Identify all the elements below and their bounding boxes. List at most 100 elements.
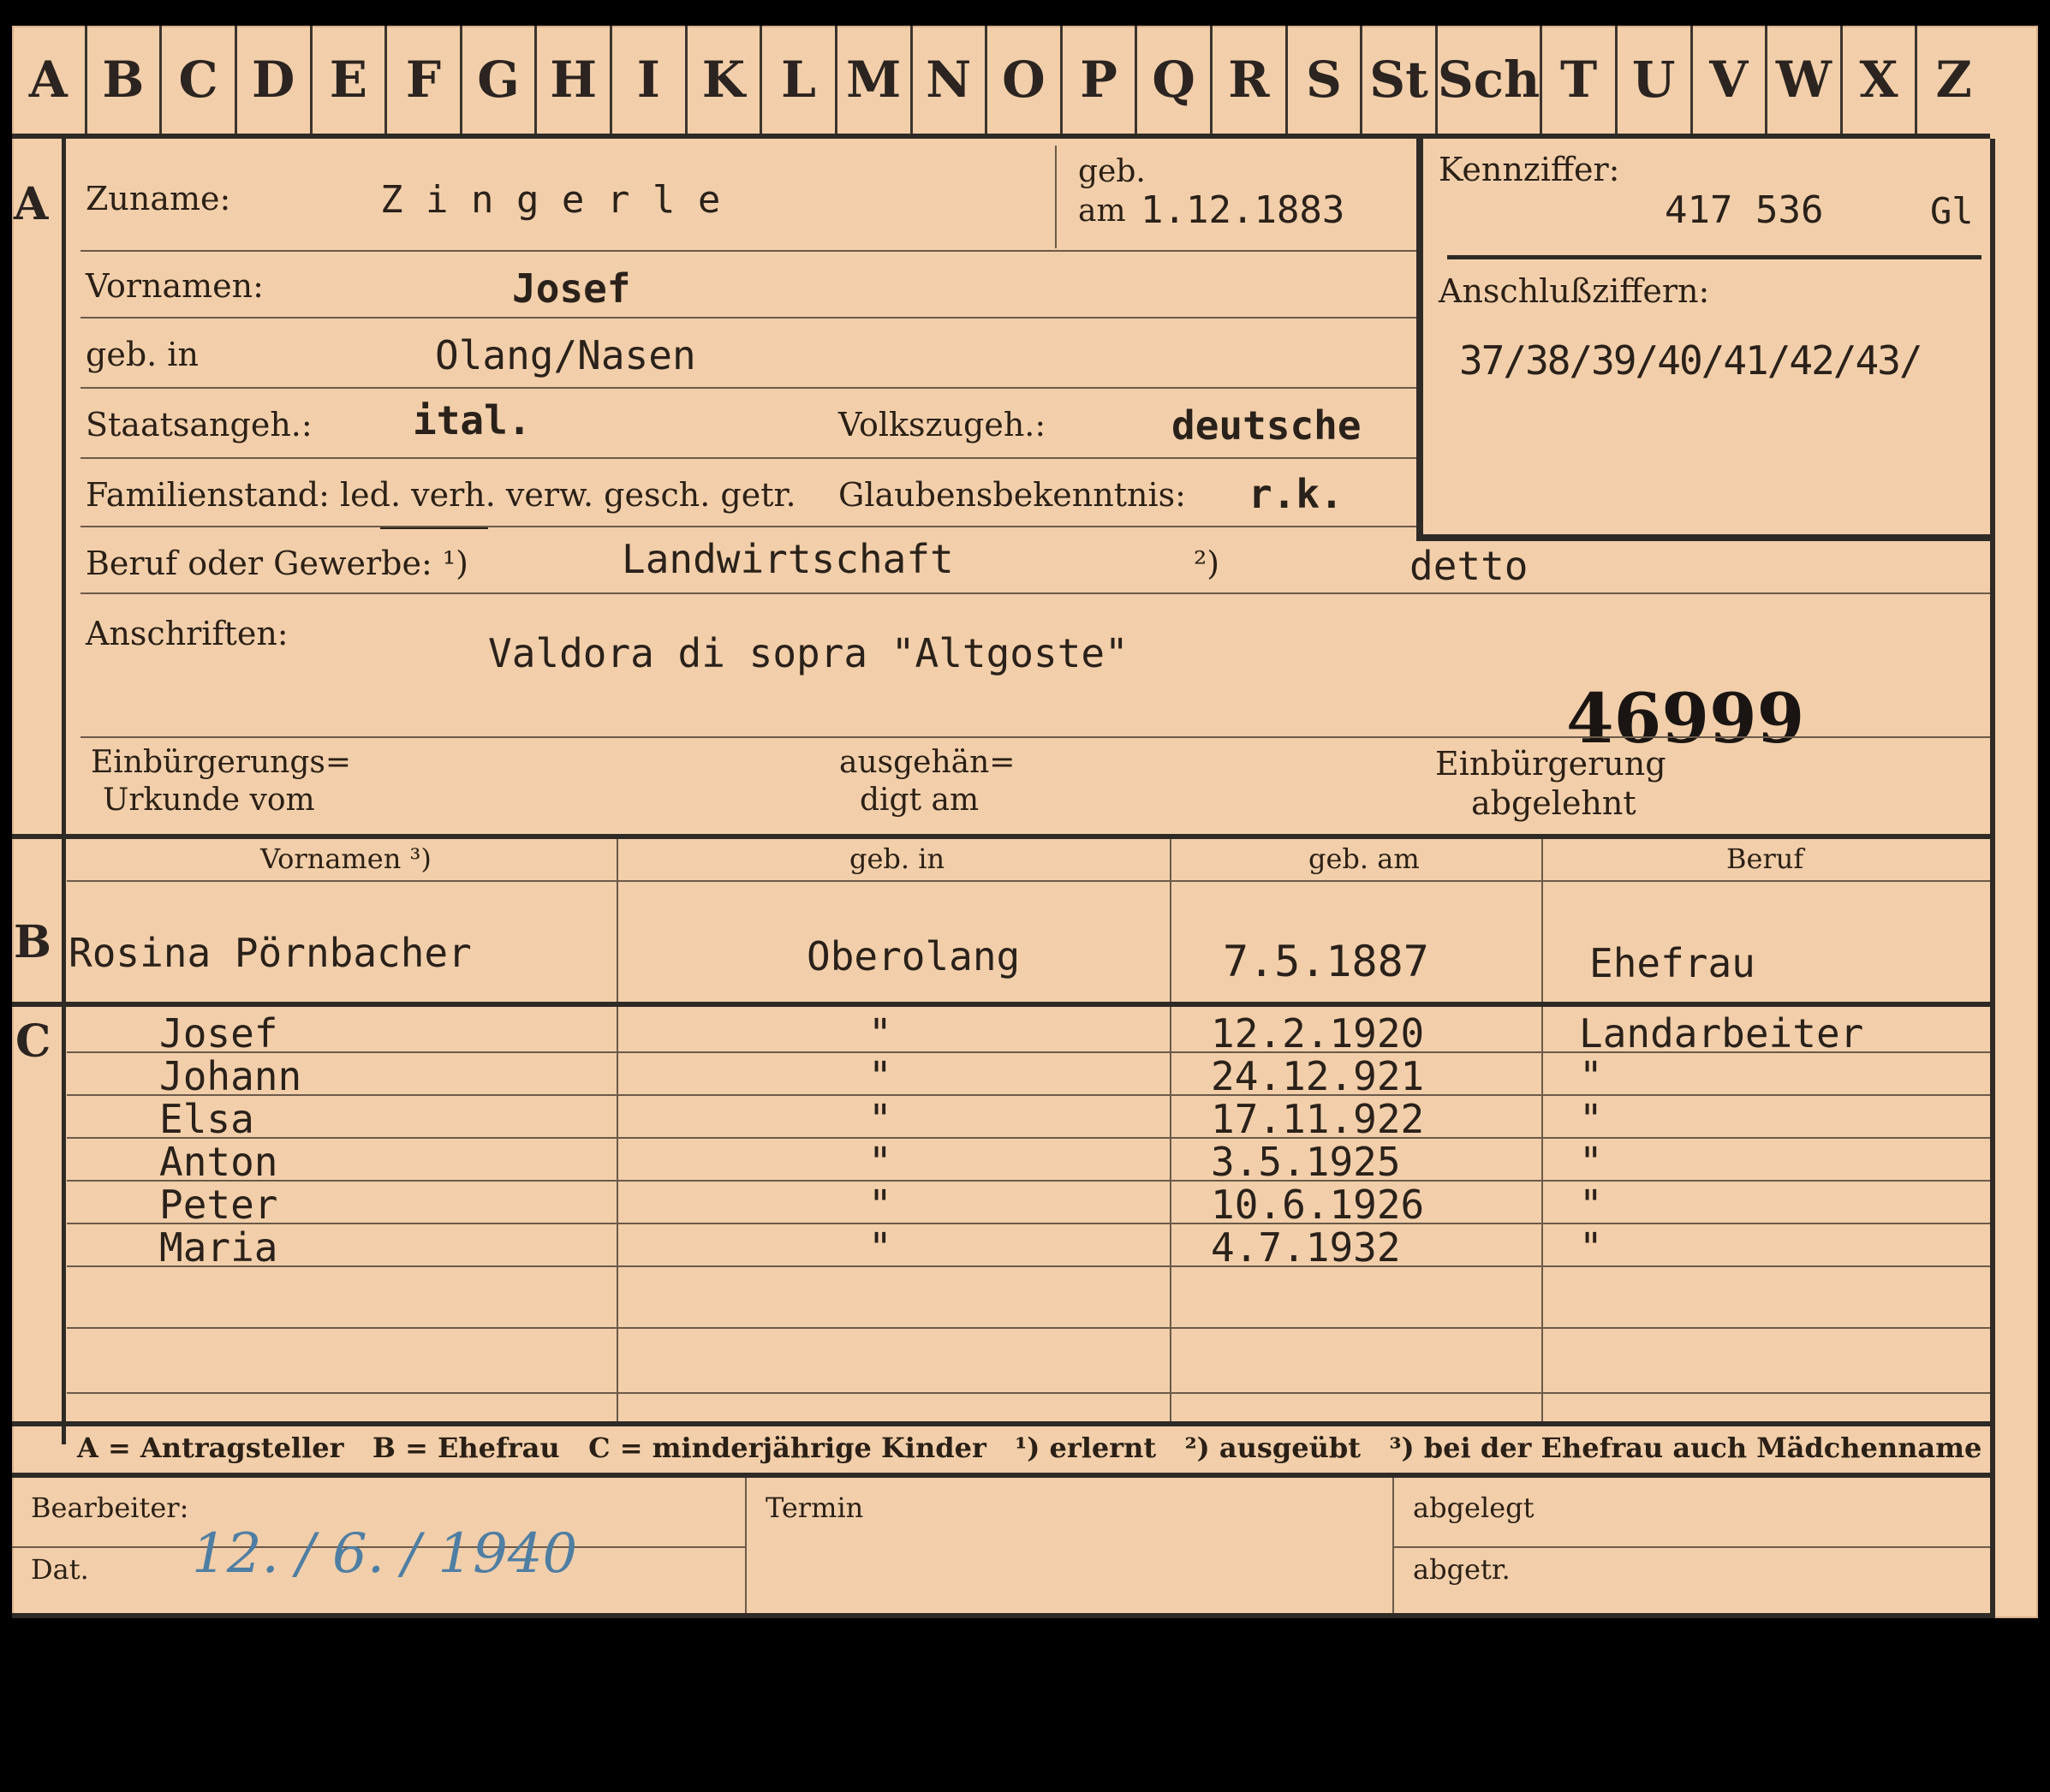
tab-letter[interactable]: U xyxy=(1618,26,1693,134)
child-name: Maria xyxy=(159,1224,278,1271)
child-birthdate: 3.5.1925 xyxy=(1211,1139,1401,1185)
gebin-label: geb. in xyxy=(86,336,199,373)
kennziffer-divider xyxy=(1447,255,1981,259)
child-row-line xyxy=(67,1094,1990,1096)
tab-letter[interactable]: E xyxy=(313,26,388,134)
tab-letter[interactable]: T xyxy=(1542,26,1618,134)
card-bottom xyxy=(12,1613,1995,1618)
abgelegt-label: abgelegt xyxy=(1413,1491,1535,1524)
tab-letter[interactable]: V xyxy=(1693,26,1768,134)
col-divider xyxy=(1170,839,1171,1421)
row-line xyxy=(80,457,1416,459)
row-line xyxy=(67,1392,1990,1394)
kennziffer-suffix: Gl xyxy=(1930,190,1974,232)
footer-divider xyxy=(1392,1478,1394,1618)
tab-letter[interactable]: Q xyxy=(1137,26,1213,134)
kennziffer-box-bottom xyxy=(1416,534,1995,541)
tab-letter[interactable]: O xyxy=(987,26,1063,134)
row-line xyxy=(80,592,1990,594)
child-birthplace: " xyxy=(868,1010,892,1057)
legend-top xyxy=(12,1421,1995,1426)
tab-letter[interactable]: W xyxy=(1767,26,1843,134)
tab-letter[interactable]: D xyxy=(237,26,313,134)
child-birthplace: " xyxy=(868,1182,892,1228)
child-occupation: " xyxy=(1579,1139,1603,1185)
tab-letter[interactable]: Sch xyxy=(1438,26,1543,134)
header-line xyxy=(67,880,1990,882)
row-line xyxy=(67,1327,1990,1329)
row-line xyxy=(80,250,1416,252)
col-divider xyxy=(1541,839,1543,1421)
kennziffer-value: 417 536 xyxy=(1665,188,1824,232)
anschrift-value: Valdora di sopra "Altgoste" xyxy=(488,630,1129,676)
am-label: am xyxy=(1078,193,1126,229)
child-birthplace: " xyxy=(868,1096,892,1142)
staat-label: Staatsangeh.: xyxy=(86,406,313,444)
footer-divider xyxy=(745,1478,747,1618)
legend-text: A = Antragsteller B = Ehefrau C = minder… xyxy=(77,1432,1982,1464)
tab-letter[interactable]: Z xyxy=(1917,26,1990,134)
wife-birthdate: 7.5.1887 xyxy=(1223,937,1429,986)
bearbeiter-label: Bearbeiter: xyxy=(31,1491,189,1524)
child-row-line xyxy=(67,1051,1990,1053)
tab-letter[interactable]: St xyxy=(1362,26,1438,134)
tab-letter[interactable]: L xyxy=(762,26,837,134)
child-row-line xyxy=(67,1265,1990,1267)
tab-letter[interactable]: P xyxy=(1063,26,1138,134)
tab-letter[interactable]: G xyxy=(462,26,538,134)
col-header-gebam: geb. am xyxy=(1308,842,1420,875)
section-b-marker: B xyxy=(14,916,51,968)
zuname-label: Zuname: xyxy=(86,180,231,217)
familienstand-label: Familienstand: led. verh. verw. gesch. g… xyxy=(86,476,796,514)
tab-letter[interactable]: A xyxy=(12,26,87,134)
right-border xyxy=(1990,139,1995,1618)
geb-label: geb. xyxy=(1078,154,1146,189)
child-row-line xyxy=(67,1137,1990,1139)
anschrift-label: Anschriften: xyxy=(86,615,289,652)
tab-letter[interactable]: C xyxy=(162,26,237,134)
left-margin-line xyxy=(62,139,66,1444)
col-divider xyxy=(617,839,618,1421)
glauben-label: Glaubensbekenntnis: xyxy=(838,476,1186,514)
child-name: Elsa xyxy=(159,1096,254,1142)
tab-letter[interactable]: N xyxy=(913,26,988,134)
tab-letter[interactable]: B xyxy=(87,26,163,134)
row-line xyxy=(80,736,1990,738)
beruf2-label: ²) xyxy=(1194,545,1220,582)
beruf2-value: detto xyxy=(1409,543,1529,589)
alphabet-tab-row: A B C D E F G H I K L M N O P Q R S St Sch T U V W X Z xyxy=(12,26,1990,134)
child-birthplace: " xyxy=(868,1224,892,1271)
kennziffer-box-left xyxy=(1416,139,1423,541)
termin-label: Termin xyxy=(766,1491,864,1524)
dat-handwritten-value: 12. / 6. / 1940 xyxy=(192,1522,578,1586)
zuname-value: Z i n g e r l e xyxy=(380,178,721,222)
tab-letter[interactable]: R xyxy=(1213,26,1288,134)
section-b-top xyxy=(12,834,1995,839)
anschluss-value: 37/38/39/40/41/42/43/ xyxy=(1459,337,1923,384)
col-header-vornamen: Vornamen ³) xyxy=(260,842,432,875)
abgelehnt-label-2: abgelehnt xyxy=(1471,784,1636,822)
child-occupation: " xyxy=(1579,1096,1603,1142)
wife-birthplace: Oberolang xyxy=(807,933,1021,979)
tab-letter[interactable]: I xyxy=(612,26,688,134)
einb-label-1: Einbürgerungs= xyxy=(91,745,352,780)
child-occupation: " xyxy=(1579,1053,1603,1099)
tab-letter[interactable]: F xyxy=(387,26,462,134)
tab-letter[interactable]: M xyxy=(837,26,913,134)
child-birthplace: " xyxy=(868,1053,892,1099)
wife-occupation: Ehefrau xyxy=(1589,940,1755,986)
beruf-label: Beruf oder Gewerbe: ¹) xyxy=(86,545,468,582)
child-occupation: " xyxy=(1579,1182,1603,1228)
kennziffer-label: Kennziffer: xyxy=(1439,151,1620,188)
section-c-marker: C xyxy=(15,1015,51,1068)
tab-letter[interactable]: K xyxy=(688,26,763,134)
tab-letter[interactable]: H xyxy=(537,26,612,134)
child-birthplace: " xyxy=(868,1139,892,1185)
row-line xyxy=(80,317,1416,319)
tab-letter[interactable]: X xyxy=(1843,26,1918,134)
tab-letter[interactable]: S xyxy=(1288,26,1363,134)
row-line xyxy=(80,526,1416,527)
anschluss-label: Anschlußziffern: xyxy=(1439,272,1710,310)
gebin-value: Olang/Nasen xyxy=(435,332,696,378)
child-name: Peter xyxy=(159,1182,278,1228)
